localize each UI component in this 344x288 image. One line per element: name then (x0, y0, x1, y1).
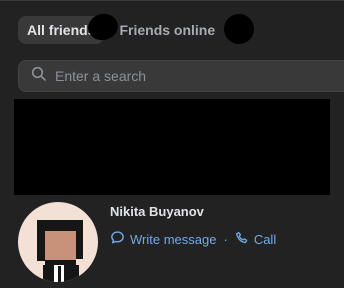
search-input[interactable] (55, 68, 315, 84)
write-message-button[interactable]: Write message (110, 230, 216, 248)
message-bubble-icon (110, 230, 130, 248)
friend-card: Nikita Buyanov Write message · Call (18, 202, 338, 288)
write-message-label: Write message (130, 231, 217, 247)
tab-all-friends-label: All friends (27, 22, 96, 38)
phone-icon (235, 231, 254, 248)
action-separator: · (223, 231, 228, 247)
tab-friends-online-label: Friends online (119, 22, 216, 38)
call-button[interactable]: Call (235, 231, 276, 248)
redacted-banner (14, 99, 330, 195)
call-label: Call (253, 231, 277, 247)
tab-friends-online[interactable]: Friends online (110, 16, 224, 44)
window-top-border (0, 0, 344, 1)
friends-tabs: All friends Friends online (18, 16, 224, 44)
search-icon (31, 66, 47, 87)
avatar[interactable] (18, 202, 98, 282)
search-bar[interactable] (18, 60, 344, 92)
redaction-scribble (224, 14, 254, 44)
friend-name[interactable]: Nikita Buyanov (110, 204, 204, 219)
friend-actions: Write message · Call (110, 230, 276, 248)
